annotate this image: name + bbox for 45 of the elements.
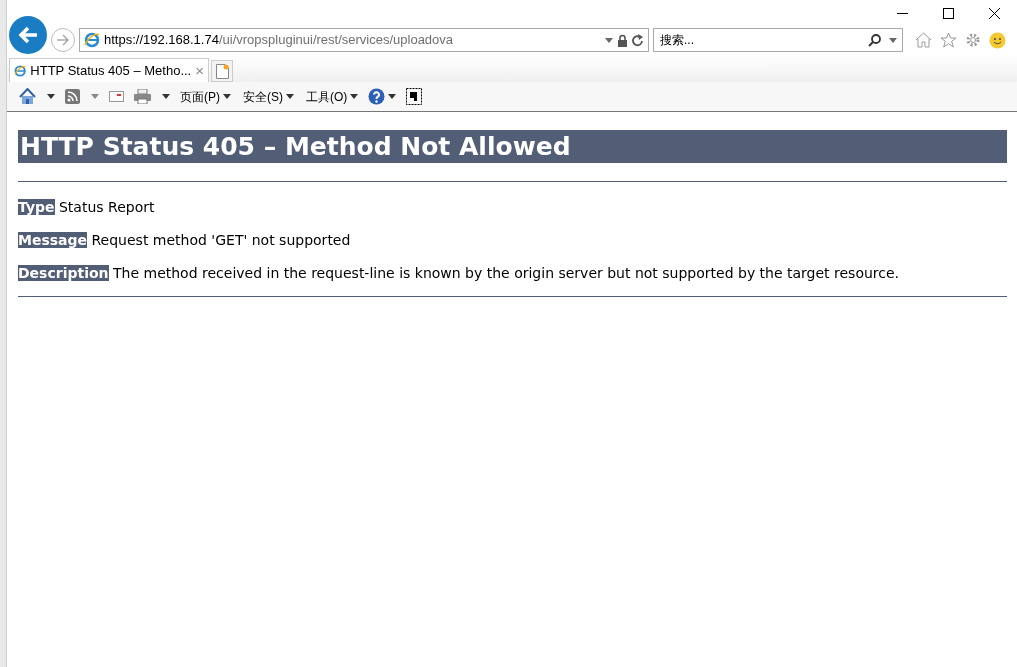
search-field[interactable]: 搜索...	[653, 28, 903, 52]
refresh-icon[interactable]	[632, 33, 644, 47]
page-icon	[215, 63, 229, 79]
address-bar[interactable]: https://192.168.1.74/ui/vropspluginui/rest/services/uploadova	[79, 28, 649, 52]
caret-icon	[286, 94, 294, 99]
tab-close-button[interactable]: ×	[195, 63, 204, 78]
browser-tab[interactable]: HTTP Status 405 – Metho... ×	[9, 58, 209, 82]
print-button[interactable]	[132, 89, 172, 104]
feed-icon	[65, 89, 80, 104]
status-field: Message Request method 'GET' not supported	[18, 230, 1007, 250]
status-field: Type Status Report	[18, 197, 1007, 217]
right-arrow-icon	[56, 34, 70, 46]
caret-icon	[223, 94, 231, 99]
lock-icon	[617, 33, 628, 47]
printer-icon	[134, 89, 151, 104]
help-button[interactable]	[366, 88, 399, 105]
caret-icon[interactable]	[605, 37, 613, 43]
menu-button[interactable]: 页面(P)	[178, 87, 233, 106]
caret-icon[interactable]	[889, 38, 897, 43]
url-text: https://192.168.1.74/ui/vropspluginui/rest/services/uploadova	[104, 31, 455, 50]
menu-button[interactable]: 安全(S)	[241, 87, 296, 106]
globe-e-icon	[84, 32, 100, 48]
star-icon[interactable]	[940, 32, 957, 48]
envelope-icon	[109, 91, 124, 102]
left-arrow-icon	[17, 25, 39, 45]
caret-icon	[47, 94, 55, 99]
search-icon[interactable]	[868, 34, 881, 47]
page-heading: HTTP Status 405 – Method Not Allowed	[18, 130, 1007, 163]
house-icon	[19, 88, 36, 105]
status-field: Description The method received in the request-line is known by the origin server but not supported by the target resource.	[18, 263, 1007, 283]
caret-icon	[162, 94, 170, 99]
back-button[interactable]	[9, 16, 47, 54]
new-tab-button[interactable]	[211, 60, 233, 82]
mail-button[interactable]	[107, 91, 126, 102]
caret-icon	[91, 94, 99, 99]
feed-button[interactable]	[63, 89, 101, 104]
caret-icon	[388, 94, 397, 99]
smiley-icon[interactable]	[989, 31, 1006, 49]
home-button[interactable]	[17, 88, 57, 105]
menu-button[interactable]: 工具(O)	[304, 87, 361, 106]
tab-title: HTTP Status 405 – Metho...	[30, 61, 192, 80]
help-icon	[368, 88, 386, 105]
caret-icon	[350, 94, 359, 99]
globe-e-icon	[14, 62, 27, 79]
settings-icon[interactable]	[965, 32, 981, 48]
